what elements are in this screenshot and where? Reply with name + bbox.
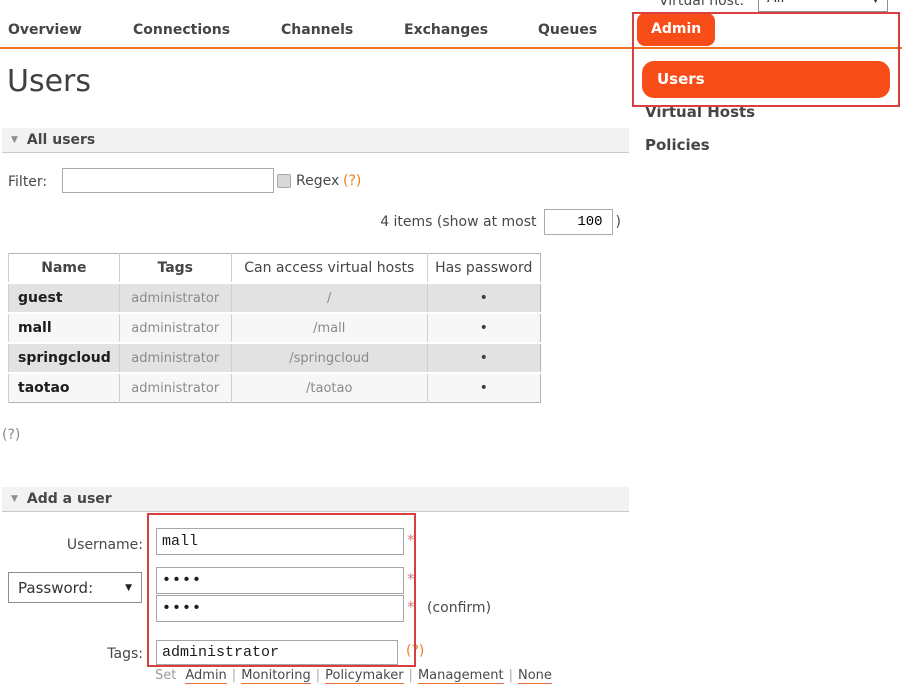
table-help-link[interactable]: (?)	[2, 427, 20, 443]
users-table: Name Tags Can access virtual hosts Has p…	[8, 253, 541, 403]
user-tags: administrator	[119, 343, 231, 373]
all-users-section-header[interactable]: ▼ All users	[2, 128, 629, 153]
collapse-triangle-icon: ▼	[11, 494, 18, 504]
virtual-host-value: All	[767, 0, 784, 6]
tags-help-link[interactable]: (?)	[406, 643, 424, 659]
user-vhosts: /springcloud	[231, 343, 427, 373]
sidebar-item-users[interactable]: Users	[642, 61, 890, 98]
filter-input[interactable]	[62, 168, 274, 193]
items-count-row: 4 items (show at most )	[0, 209, 621, 235]
items-count-text: 4 items (show at most	[380, 214, 536, 230]
password-field[interactable]	[156, 567, 404, 594]
sidebar-item-policies[interactable]: Policies	[645, 136, 710, 154]
separator: |	[316, 668, 320, 683]
collapse-triangle-icon: ▼	[11, 135, 18, 145]
add-user-title: Add a user	[27, 491, 112, 507]
separator: |	[232, 668, 236, 683]
table-row: taotao administrator /taotao •	[9, 373, 541, 403]
nav-underline	[0, 47, 902, 49]
col-header-name[interactable]: Name	[9, 254, 120, 284]
user-name-link[interactable]: taotao	[9, 373, 120, 403]
chevron-down-icon: ▼	[125, 583, 132, 593]
virtual-host-select[interactable]: All ▼	[758, 0, 888, 12]
set-label: Set	[155, 668, 176, 683]
all-users-title: All users	[27, 132, 95, 148]
has-password-dot: •	[427, 373, 540, 403]
tab-queues[interactable]: Queues	[538, 22, 597, 38]
col-header-vhosts: Can access virtual hosts	[231, 254, 427, 284]
sidebar-item-virtual-hosts[interactable]: Virtual Hosts	[645, 103, 755, 121]
user-vhosts: /taotao	[231, 373, 427, 403]
user-name-link[interactable]: springcloud	[9, 343, 120, 373]
table-row: springcloud administrator /springcloud •	[9, 343, 541, 373]
col-header-has-password: Has password	[427, 254, 540, 284]
tab-exchanges[interactable]: Exchanges	[404, 22, 488, 38]
confirm-note: (confirm)	[427, 600, 491, 616]
user-tags: administrator	[119, 373, 231, 403]
separator: |	[409, 668, 413, 683]
user-vhosts: /	[231, 283, 427, 313]
has-password-dot: •	[427, 313, 540, 343]
set-management-link[interactable]: Management	[418, 668, 504, 684]
has-password-dot: •	[427, 343, 540, 373]
set-admin-link[interactable]: Admin	[185, 668, 226, 684]
required-asterisk: *	[407, 531, 415, 549]
set-monitoring-link[interactable]: Monitoring	[241, 668, 311, 684]
separator: |	[509, 668, 513, 683]
username-field[interactable]	[156, 528, 404, 555]
rabbitmq-users-page: Virtual host: All ▼ Overview Connections…	[0, 0, 912, 694]
set-none-link[interactable]: None	[518, 668, 552, 684]
tab-channels[interactable]: Channels	[281, 22, 353, 38]
tab-connections[interactable]: Connections	[133, 22, 230, 38]
table-row: guest administrator / •	[9, 283, 541, 313]
tags-field[interactable]	[156, 640, 398, 665]
show-at-most-input[interactable]	[544, 209, 613, 235]
regex-label: Regex	[296, 173, 339, 189]
table-row: mall administrator /mall •	[9, 313, 541, 343]
user-tags: administrator	[119, 283, 231, 313]
user-tags: administrator	[119, 313, 231, 343]
set-policymaker-link[interactable]: Policymaker	[325, 668, 403, 684]
tab-overview[interactable]: Overview	[8, 22, 82, 38]
username-label: Username:	[0, 537, 143, 553]
virtual-host-label: Virtual host:	[659, 0, 744, 9]
regex-checkbox[interactable]	[277, 174, 291, 188]
password-select-label: Password:	[18, 579, 93, 597]
page-title: Users	[7, 64, 91, 99]
user-name-link[interactable]: mall	[9, 313, 120, 343]
required-asterisk: *	[407, 570, 415, 588]
user-vhosts: /mall	[231, 313, 427, 343]
user-name-link[interactable]: guest	[9, 283, 120, 313]
filter-label: Filter:	[8, 174, 47, 190]
password-type-select[interactable]: Password: ▼	[8, 572, 142, 603]
col-header-tags[interactable]: Tags	[119, 254, 231, 284]
tags-label: Tags:	[0, 646, 143, 662]
chevron-down-icon: ▼	[872, 0, 879, 5]
password-confirm-field[interactable]	[156, 595, 404, 622]
required-asterisk: *	[407, 598, 415, 616]
tab-admin[interactable]: Admin	[637, 13, 715, 46]
items-count-close: )	[616, 214, 621, 230]
regex-help-link[interactable]: (?)	[343, 173, 361, 189]
add-user-section-header[interactable]: ▼ Add a user	[2, 487, 629, 512]
tag-shortcut-row: Set Admin | Monitoring | Policymaker | Manageme…	[155, 668, 552, 683]
has-password-dot: •	[427, 283, 540, 313]
table-header-row: Name Tags Can access virtual hosts Has p…	[9, 254, 541, 284]
